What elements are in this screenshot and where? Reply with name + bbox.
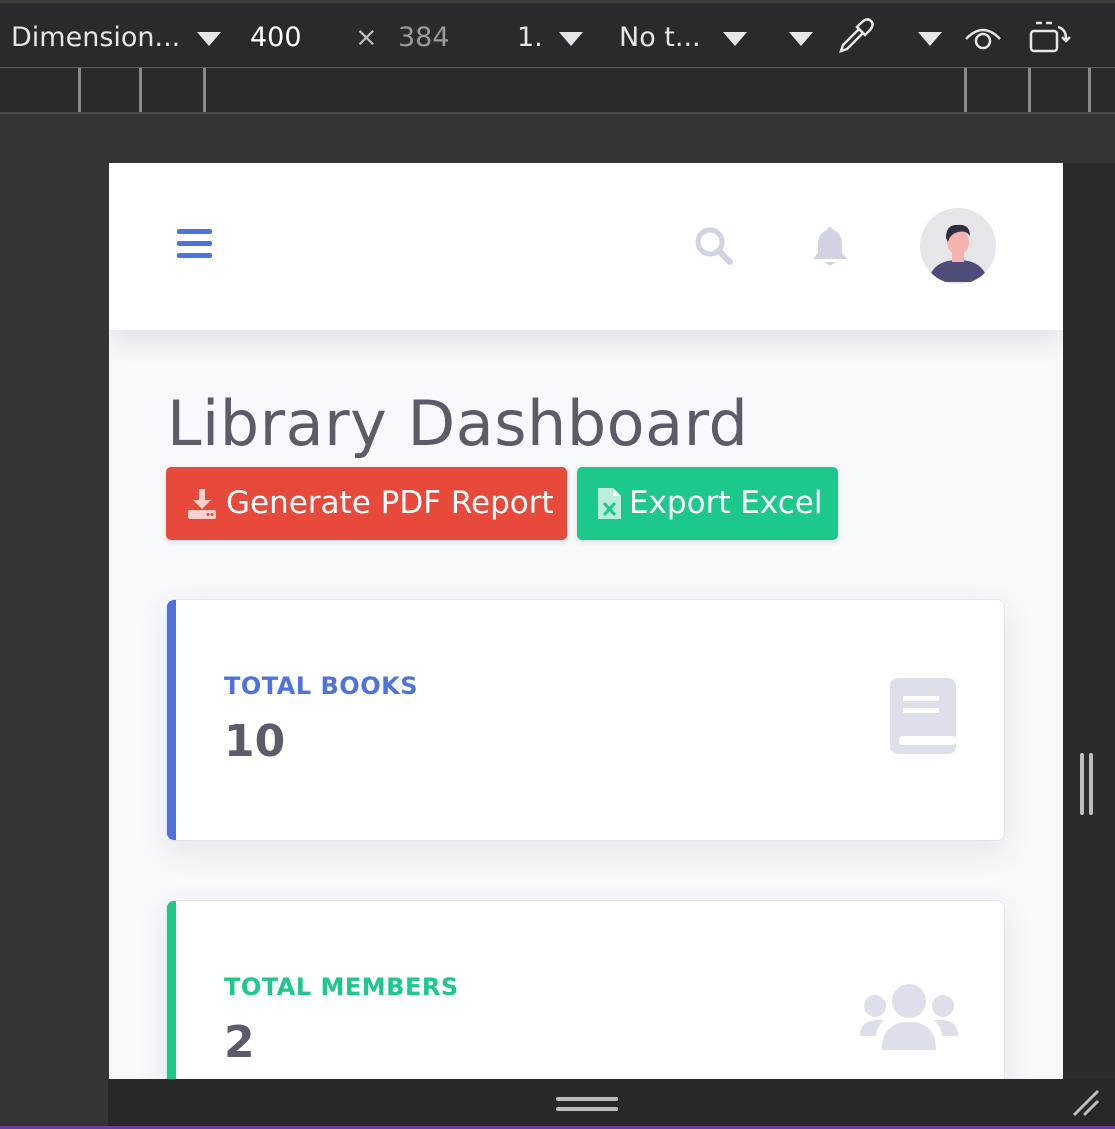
card-accent-bar: [167, 600, 176, 840]
viewport-right-gutter: [1063, 163, 1115, 1079]
export-excel-label: Export Excel: [629, 485, 823, 521]
card-accent-bar: [167, 901, 176, 1079]
eye-icon[interactable]: [963, 23, 1003, 62]
resize-handle-bottom[interactable]: [556, 1097, 618, 1101]
ruler-mark[interactable]: [964, 68, 967, 112]
card-value: 2: [224, 1017, 255, 1068]
dimension-separator: ×: [355, 22, 378, 53]
resize-handle-bottom[interactable]: [556, 1107, 618, 1111]
throttle-select[interactable]: No t...: [619, 21, 748, 55]
export-excel-button[interactable]: Export Excel: [577, 467, 838, 540]
ruler-mark[interactable]: [139, 68, 142, 112]
eyedropper-icon[interactable]: [835, 17, 875, 66]
stat-card-total-books: TOTAL BOOKS 10: [166, 599, 1005, 841]
bell-icon[interactable]: [810, 224, 850, 268]
generate-pdf-label: Generate PDF Report: [226, 485, 554, 521]
device-select[interactable]: Dimension...: [11, 21, 221, 55]
file-excel-icon: [598, 488, 621, 519]
media-query-ruler: [0, 68, 1115, 114]
card-value: 10: [224, 716, 286, 767]
ruler-mark[interactable]: [78, 68, 81, 112]
download-icon: [188, 489, 216, 519]
users-icon: [860, 984, 958, 1050]
card-label: TOTAL BOOKS: [224, 672, 418, 700]
resize-handle-right[interactable]: [1080, 753, 1084, 815]
resize-corner-icon[interactable]: [1070, 1087, 1102, 1119]
device-select-label: Dimension...: [11, 22, 181, 53]
viewport-bottom-gutter: [108, 1079, 1115, 1127]
stat-card-total-members: TOTAL MEMBERS 2: [166, 900, 1005, 1079]
chevron-down-icon: [559, 31, 584, 46]
devtools-device-toolbar: Dimension... 400 × 384 1. No t...: [0, 0, 1115, 68]
chevron-down-icon: [918, 31, 942, 46]
width-input[interactable]: 400: [250, 21, 302, 55]
dpr-select[interactable]: 1.: [517, 21, 584, 55]
book-icon: [890, 678, 956, 754]
generate-pdf-button[interactable]: Generate PDF Report: [166, 467, 567, 540]
resize-handle-right[interactable]: [1089, 753, 1093, 815]
rotate-icon[interactable]: [1028, 19, 1072, 64]
height-input[interactable]: 384: [398, 21, 450, 55]
search-icon[interactable]: [693, 225, 735, 267]
more-dropdown[interactable]: [918, 21, 942, 55]
chevron-down-icon: [723, 31, 748, 46]
emulated-viewport: Library Dashboard Generate PDF Report Ex…: [109, 163, 1063, 1079]
chevron-down-icon: [789, 31, 813, 46]
options-dropdown[interactable]: [789, 21, 813, 55]
ruler-mark[interactable]: [203, 68, 206, 112]
chevron-down-icon: [196, 31, 221, 46]
throttle-select-label: No t...: [619, 22, 701, 53]
card-label: TOTAL MEMBERS: [224, 973, 459, 1001]
page-title: Library Dashboard: [167, 387, 749, 460]
user-avatar[interactable]: [920, 208, 996, 284]
hamburger-icon[interactable]: [177, 229, 212, 259]
top-navbar: [109, 163, 1063, 330]
ruler-mark[interactable]: [1088, 68, 1091, 112]
ruler-mark[interactable]: [1028, 68, 1031, 112]
dpr-select-label: 1.: [517, 22, 543, 53]
